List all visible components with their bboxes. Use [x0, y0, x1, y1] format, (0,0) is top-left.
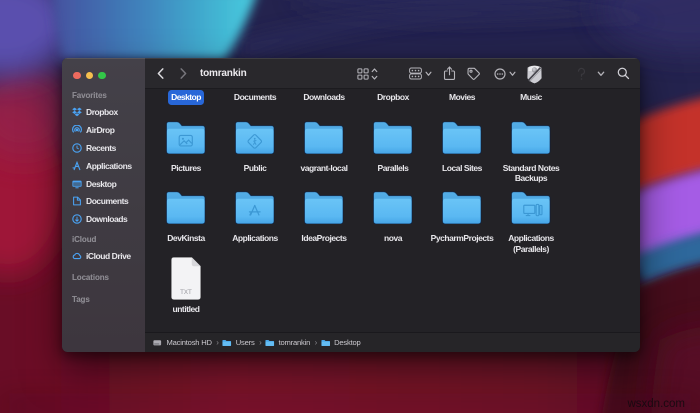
svg-text:TXT: TXT — [180, 289, 192, 296]
